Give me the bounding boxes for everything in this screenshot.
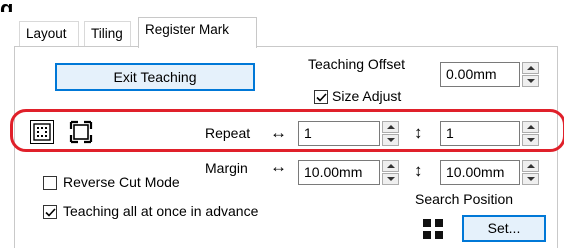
horizontal-arrow-icon: ↔ — [270, 123, 287, 142]
reverse-cut-mode-label: Reverse Cut Mode — [63, 174, 180, 190]
repeat-vertical-spinner[interactable]: 1 — [440, 121, 539, 146]
spin-up-icon[interactable] — [522, 160, 539, 172]
spin-down-icon[interactable] — [382, 134, 399, 146]
search-position-label: Search Position — [415, 191, 514, 207]
teaching-all-at-once-label: Teaching all at once in advance — [63, 203, 259, 219]
spin-down-icon[interactable] — [522, 173, 539, 185]
teaching-offset-arrows[interactable] — [522, 62, 539, 87]
margin-horizontal-spinner[interactable]: 10.00mm — [298, 160, 399, 185]
teaching-offset-input[interactable]: 0.00mm — [440, 62, 520, 87]
vertical-arrow-icon: ↕ — [414, 161, 423, 180]
margin-label: Margin — [205, 160, 248, 176]
spin-up-icon[interactable] — [522, 121, 539, 133]
margin-vertical-arrows[interactable] — [522, 160, 539, 185]
spin-down-icon[interactable] — [522, 134, 539, 146]
grid-dots-icon[interactable] — [30, 120, 54, 144]
spin-down-icon[interactable] — [522, 75, 539, 87]
teaching-offset-spinner[interactable]: 0.00mm — [440, 62, 539, 87]
repeat-horizontal-spinner[interactable]: 1 — [298, 121, 399, 146]
spin-up-icon[interactable] — [382, 160, 399, 172]
set-button[interactable]: Set... — [462, 215, 546, 242]
repeat-horizontal-arrows[interactable] — [382, 121, 399, 146]
size-adjust-label: Size Adjust — [332, 88, 402, 104]
spin-up-icon[interactable] — [382, 121, 399, 133]
teaching-all-at-once-checkbox[interactable] — [43, 205, 57, 219]
spin-up-icon[interactable] — [522, 62, 539, 74]
reverse-cut-mode-checkbox[interactable] — [43, 176, 57, 190]
repeat-horizontal-input[interactable]: 1 — [298, 121, 380, 146]
exit-teaching-button[interactable]: Exit Teaching — [55, 63, 255, 91]
corner-marks-icon[interactable] — [69, 120, 93, 144]
margin-horizontal-input[interactable]: 10.00mm — [298, 160, 380, 185]
teaching-offset-label: Teaching Offset — [308, 56, 406, 72]
vertical-arrow-icon: ↕ — [414, 123, 423, 142]
spin-down-icon[interactable] — [382, 173, 399, 185]
margin-vertical-spinner[interactable]: 10.00mm — [440, 160, 539, 185]
margin-horizontal-arrows[interactable] — [382, 160, 399, 185]
four-squares-icon[interactable] — [422, 218, 444, 240]
repeat-vertical-input[interactable]: 1 — [440, 121, 520, 146]
repeat-vertical-arrows[interactable] — [522, 121, 539, 146]
checkmark-icon — [316, 93, 327, 102]
checkmark-icon — [45, 208, 56, 217]
size-adjust-checkbox[interactable] — [314, 90, 328, 104]
margin-vertical-input[interactable]: 10.00mm — [440, 160, 520, 185]
repeat-label: Repeat — [205, 125, 251, 141]
horizontal-arrow-icon: ↔ — [270, 157, 287, 176]
